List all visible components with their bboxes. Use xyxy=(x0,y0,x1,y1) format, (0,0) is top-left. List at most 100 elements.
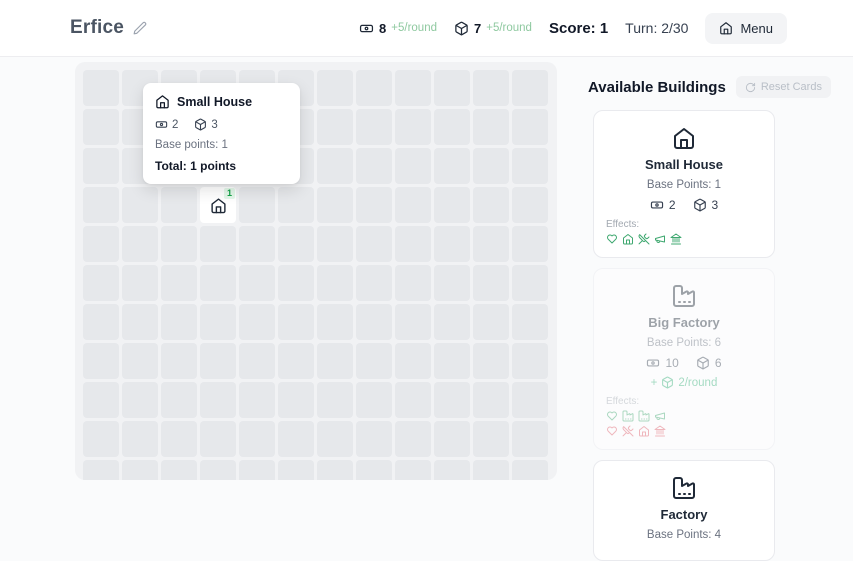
grid-cell[interactable] xyxy=(239,382,275,418)
grid-cell[interactable] xyxy=(122,226,158,262)
grid-cell[interactable] xyxy=(395,343,431,379)
grid-cell[interactable] xyxy=(395,304,431,340)
grid-cell[interactable] xyxy=(473,460,509,480)
edit-title-icon[interactable] xyxy=(133,21,147,35)
grid-cell[interactable] xyxy=(161,343,197,379)
grid-cell[interactable] xyxy=(122,304,158,340)
grid-cell[interactable] xyxy=(161,187,197,223)
grid-cell[interactable] xyxy=(278,187,314,223)
grid-cell[interactable] xyxy=(356,148,392,184)
grid-cell[interactable] xyxy=(239,265,275,301)
grid-cell[interactable] xyxy=(122,382,158,418)
placed-building-cell[interactable]: 1 xyxy=(200,187,236,223)
menu-button[interactable]: Menu xyxy=(705,13,787,44)
grid-cell[interactable] xyxy=(473,343,509,379)
grid-cell[interactable] xyxy=(512,148,548,184)
grid-cell[interactable] xyxy=(278,421,314,457)
grid-cell[interactable] xyxy=(200,382,236,418)
grid-cell[interactable] xyxy=(317,226,353,262)
grid-cell[interactable] xyxy=(239,226,275,262)
grid-cell[interactable] xyxy=(512,226,548,262)
grid-cell[interactable] xyxy=(395,109,431,145)
grid-cell[interactable] xyxy=(161,460,197,480)
grid-cell[interactable] xyxy=(512,460,548,480)
grid-cell[interactable] xyxy=(122,187,158,223)
grid-cell[interactable] xyxy=(83,70,119,106)
grid-cell[interactable] xyxy=(434,265,470,301)
grid-cell[interactable] xyxy=(83,148,119,184)
grid-cell[interactable] xyxy=(83,187,119,223)
grid-cell[interactable] xyxy=(239,343,275,379)
grid-cell[interactable] xyxy=(200,421,236,457)
grid-cell[interactable] xyxy=(356,70,392,106)
grid-cell[interactable] xyxy=(434,460,470,480)
grid-cell[interactable] xyxy=(83,382,119,418)
grid-cell[interactable] xyxy=(473,304,509,340)
grid-cell[interactable] xyxy=(473,226,509,262)
grid-cell[interactable] xyxy=(239,421,275,457)
grid-cell[interactable] xyxy=(512,109,548,145)
grid-cell[interactable] xyxy=(239,304,275,340)
grid-cell[interactable] xyxy=(434,382,470,418)
grid-cell[interactable] xyxy=(161,304,197,340)
grid-cell[interactable] xyxy=(434,187,470,223)
grid-cell[interactable] xyxy=(317,382,353,418)
grid-cell[interactable] xyxy=(161,421,197,457)
building-card[interactable]: FactoryBase Points: 4 xyxy=(593,460,775,561)
grid-cell[interactable] xyxy=(317,304,353,340)
grid-cell[interactable] xyxy=(395,70,431,106)
grid-cell[interactable] xyxy=(83,109,119,145)
grid-cell[interactable] xyxy=(512,304,548,340)
grid-cell[interactable] xyxy=(278,343,314,379)
grid-cell[interactable] xyxy=(83,343,119,379)
grid-cell[interactable] xyxy=(473,382,509,418)
grid-cell[interactable] xyxy=(239,460,275,480)
grid-cell[interactable] xyxy=(512,382,548,418)
grid-cell[interactable] xyxy=(317,460,353,480)
grid-cell[interactable] xyxy=(434,109,470,145)
grid-cell[interactable] xyxy=(356,421,392,457)
grid-cell[interactable] xyxy=(434,70,470,106)
grid-cell[interactable] xyxy=(356,265,392,301)
grid-cell[interactable] xyxy=(473,187,509,223)
grid-cell[interactable] xyxy=(278,460,314,480)
grid-cell[interactable] xyxy=(356,343,392,379)
grid-cell[interactable] xyxy=(317,187,353,223)
grid-cell[interactable] xyxy=(200,265,236,301)
grid-cell[interactable] xyxy=(434,304,470,340)
grid-cell[interactable] xyxy=(434,226,470,262)
grid-cell[interactable] xyxy=(395,421,431,457)
grid-cell[interactable] xyxy=(83,226,119,262)
grid-cell[interactable] xyxy=(473,421,509,457)
grid-cell[interactable] xyxy=(317,109,353,145)
grid-cell[interactable] xyxy=(83,265,119,301)
grid-cell[interactable] xyxy=(356,382,392,418)
grid-cell[interactable] xyxy=(161,226,197,262)
building-card[interactable]: Small HouseBase Points: 123Effects: xyxy=(593,110,775,258)
grid-cell[interactable] xyxy=(395,148,431,184)
grid-cell[interactable] xyxy=(395,460,431,480)
grid-cell[interactable] xyxy=(395,265,431,301)
grid-cell[interactable] xyxy=(83,304,119,340)
building-card[interactable]: Big FactoryBase Points: 6106+2/roundEffe… xyxy=(593,268,775,450)
grid-cell[interactable] xyxy=(278,382,314,418)
grid-cell[interactable] xyxy=(161,265,197,301)
grid-cell[interactable] xyxy=(473,148,509,184)
grid-cell[interactable] xyxy=(395,382,431,418)
grid-cell[interactable] xyxy=(200,226,236,262)
grid-cell[interactable] xyxy=(473,70,509,106)
grid-cell[interactable] xyxy=(317,265,353,301)
grid-cell[interactable] xyxy=(512,70,548,106)
grid-cell[interactable] xyxy=(122,265,158,301)
grid-cell[interactable] xyxy=(473,109,509,145)
grid-cell[interactable] xyxy=(278,304,314,340)
grid-cell[interactable] xyxy=(473,265,509,301)
grid-cell[interactable] xyxy=(83,421,119,457)
grid-cell[interactable] xyxy=(512,187,548,223)
grid-cell[interactable] xyxy=(317,421,353,457)
grid-cell[interactable] xyxy=(356,109,392,145)
grid-cell[interactable] xyxy=(161,382,197,418)
grid-cell[interactable] xyxy=(356,187,392,223)
grid-cell[interactable] xyxy=(239,187,275,223)
grid-cell[interactable] xyxy=(356,226,392,262)
